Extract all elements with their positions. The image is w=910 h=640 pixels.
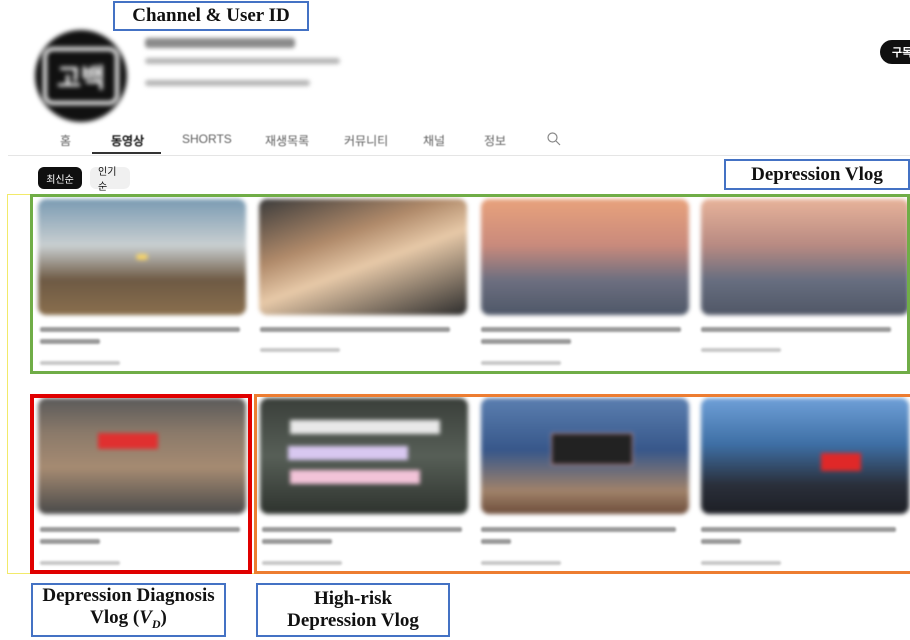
channel-description[interactable] — [145, 80, 310, 86]
tabs-divider — [8, 155, 910, 156]
tab-shorts[interactable]: SHORTS — [182, 132, 232, 146]
active-tab-indicator — [92, 152, 161, 154]
annotation-high-risk-vlog: High-risk Depression Vlog — [256, 583, 450, 637]
chip-popular[interactable]: 인기순 — [90, 167, 130, 193]
subscribe-button[interactable]: 구독 — [880, 40, 910, 64]
annotation-frame-green — [30, 194, 910, 374]
annotation-diagnosis-line1: Depression Diagnosis — [42, 585, 215, 607]
channel-handle — [145, 58, 340, 64]
annotation-channel-user-id-text: Channel & User ID — [132, 5, 290, 26]
tab-channels[interactable]: 채널 — [423, 132, 445, 149]
tab-videos[interactable]: 동영상 — [111, 132, 144, 149]
chip-latest[interactable]: 최신순 — [38, 167, 82, 189]
channel-name — [145, 38, 295, 48]
annotation-frame-red — [30, 394, 252, 574]
tab-home[interactable]: 홈 — [60, 132, 71, 149]
annotation-channel-user-id: Channel & User ID — [113, 1, 309, 31]
channel-avatar[interactable]: 고백 — [35, 30, 127, 122]
subscribe-label: 구독 — [892, 47, 910, 59]
avatar-glyph: 고백 — [43, 47, 119, 105]
tab-community[interactable]: 커뮤니티 — [344, 132, 388, 149]
annotation-depression-vlog: Depression Vlog — [724, 159, 910, 190]
annotation-diagnosis-line2: Vlog (VD) — [90, 607, 167, 631]
tab-playlists[interactable]: 재생목록 — [265, 132, 309, 149]
annotation-frame-orange — [254, 394, 910, 574]
tab-about[interactable]: 정보 — [484, 132, 506, 149]
annotation-high-risk-line2: Depression Vlog — [287, 610, 419, 631]
annotation-high-risk-line1: High-risk — [313, 588, 393, 609]
annotation-depression-vlog-text: Depression Vlog — [751, 163, 883, 185]
search-icon[interactable] — [546, 131, 562, 147]
annotation-diagnosis-vlog: Depression Diagnosis Vlog (VD) — [31, 583, 226, 637]
